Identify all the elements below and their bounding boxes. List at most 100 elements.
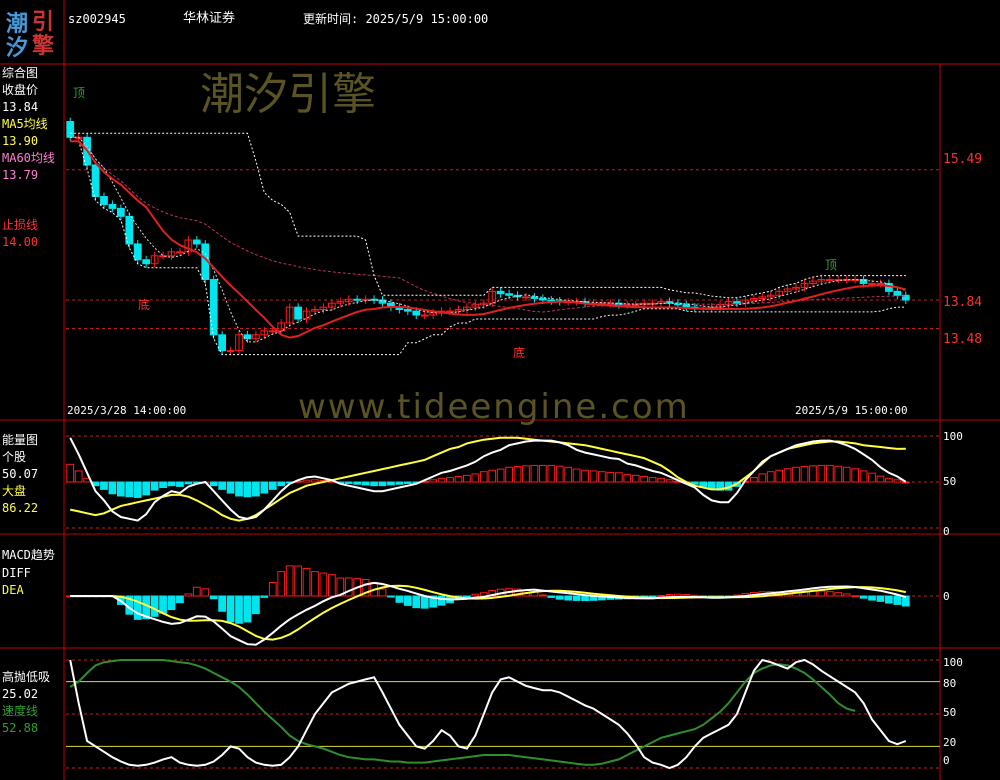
energy-bar [387,481,395,486]
candle [530,296,539,299]
macd-bar [876,595,885,602]
energy-bar [268,481,277,490]
macd-bar [817,590,826,597]
bottom-mark: 底 [513,346,526,360]
energy-bar [665,479,674,483]
energy-stock-label: 个股 [2,450,27,464]
energy-bar [209,481,218,487]
energy-bar [564,466,573,483]
energy-bar [277,481,286,487]
kdj-tick: 100 [943,656,963,669]
energy-bar [792,466,800,483]
energy-bar [825,464,834,483]
energy-bar [809,465,817,483]
macd-bar [581,595,589,602]
energy-bar [513,466,522,483]
candle [733,301,741,304]
macd-bar [412,595,421,609]
energy-bar [471,473,480,483]
macd-bar [868,595,876,601]
macd-bar [901,595,910,607]
macd-bar [471,593,480,597]
macd-bar [825,591,834,597]
energy-bar [758,473,767,483]
candle [420,314,429,317]
top-mark: 顶 [73,86,86,100]
macd-bar [192,586,201,597]
macd-panel-title: MACD趋势 [2,548,55,562]
energy-tick: 0 [943,525,950,538]
energy-bar [403,481,412,484]
macd-bar [885,595,893,604]
energy-bar [648,477,657,483]
macd-bar [133,595,142,620]
macd-bar [859,595,868,599]
bottom-mark: 底 [138,298,151,312]
ma60-value: 13.79 [2,168,39,182]
macd-bar [235,595,243,624]
energy-bar [572,468,581,483]
energy-bar [775,469,784,483]
energy-stock-line [69,437,907,522]
candle [682,304,691,308]
macd-bar [437,595,446,606]
energy-tick: 100 [943,430,963,443]
energy-bar [100,481,108,490]
macd-bar [159,595,167,614]
energy-bar [488,469,497,483]
date-start-label: 2025/3/28 14:00:00 [67,404,187,417]
ma5-value: 13.90 [2,134,39,148]
candle [116,207,125,217]
dea-label: DEA [2,583,24,597]
dea-line [70,584,906,641]
candle [125,215,134,245]
energy-bar [817,464,826,483]
macd-bar [538,594,547,597]
energy-bar [133,481,142,498]
candle [403,309,412,312]
channel-upper [70,132,906,299]
ma60-label: MA60均线 [2,151,55,165]
macd-bar [387,595,395,598]
macd-bar [378,588,387,597]
macd-bar [243,595,252,623]
macd-bar [395,595,404,603]
macd-bar [682,594,691,597]
energy-bar [66,463,75,483]
energy-bar [116,481,125,497]
kdj-tick: 20 [943,736,957,749]
macd-bar [209,595,218,600]
macd-bar [150,595,159,617]
energy-bar [479,471,488,483]
energy-bar [530,464,539,483]
energy-bar [606,471,615,483]
energy-bar [243,481,252,498]
energy-bar [893,479,902,483]
kdj-tick: 0 [943,754,950,767]
macd-bar [463,595,471,598]
candle [538,297,547,301]
candle [192,239,201,245]
candle [108,203,117,209]
macd-bar [226,595,235,623]
stop-loss-line [70,140,907,339]
energy-bar [598,471,606,483]
energy-tick: 50 [943,475,957,488]
energy-bar [344,481,353,484]
kdj-panel-title: 高抛低吸 [2,670,51,684]
energy-bar [142,481,151,496]
macd-bar [555,595,564,600]
energy-bar [159,481,167,489]
candle [268,330,277,333]
energy-stock-value: 50.07 [2,467,39,481]
candle [243,334,252,340]
speed-label: 速度线 [2,704,39,718]
date-end-label: 2025/5/9 15:00:00 [795,404,908,417]
energy-bar [218,481,227,490]
candle [218,334,227,352]
channel-lower [70,140,906,356]
energy-bar [454,475,463,483]
kdj-tick: 50 [943,706,957,719]
energy-bar [496,468,505,483]
kdj-value: 25.02 [2,687,39,701]
